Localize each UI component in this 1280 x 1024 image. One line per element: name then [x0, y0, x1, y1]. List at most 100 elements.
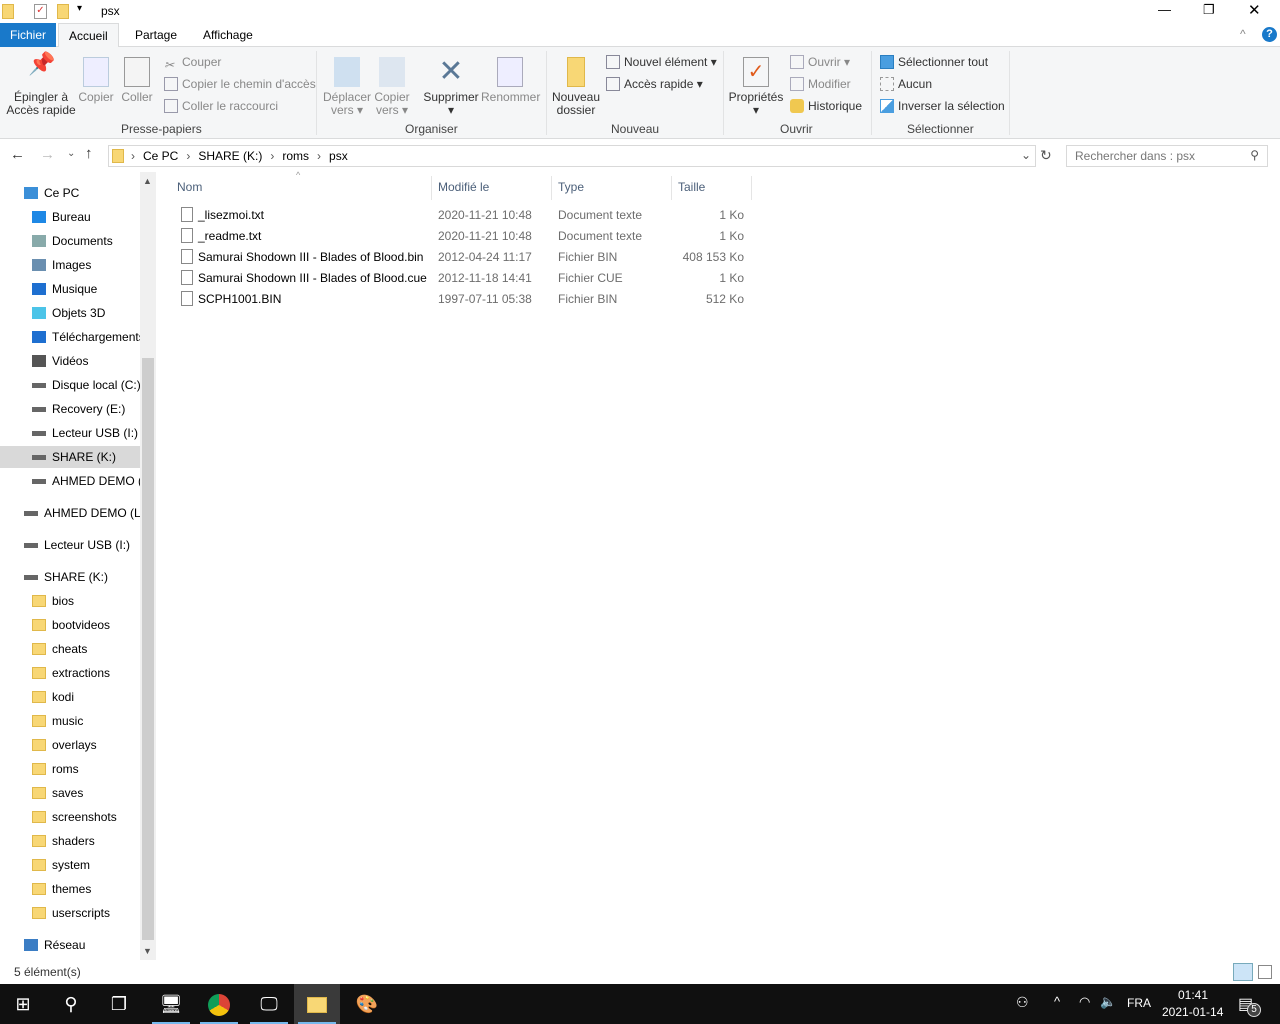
file-row[interactable]: _readme.txt 2020-11-21 10:48 Document te… — [176, 226, 751, 247]
input-language[interactable]: FRA — [1127, 996, 1151, 1010]
breadcrumb-item[interactable]: psx — [329, 149, 348, 163]
nav-item[interactable]: bootvideos — [0, 614, 140, 636]
nav-item[interactable]: Réseau — [0, 934, 140, 956]
tab-accueil[interactable]: Accueil — [58, 23, 119, 48]
nav-item[interactable]: Vidéos — [0, 350, 140, 372]
breadcrumb-item[interactable]: Ce PC — [143, 149, 178, 163]
nav-item[interactable]: Disque local (C:) — [0, 374, 140, 396]
delete-button[interactable]: ✕ Supprimer ▾ — [422, 57, 480, 117]
file-row[interactable]: SCPH1001.BIN 1997-07-11 05:38 Fichier BI… — [176, 289, 751, 310]
restore-button[interactable]: ❐ — [1203, 2, 1215, 18]
nav-item[interactable]: themes — [0, 878, 140, 900]
nav-item[interactable]: Recovery (E:) — [0, 398, 140, 420]
nav-item[interactable]: SHARE (K:) — [0, 566, 140, 588]
breadcrumb-chevron-icon[interactable]: › — [131, 149, 135, 163]
app-icon[interactable]: 🖥 — [148, 984, 194, 1024]
nav-item[interactable]: music — [0, 710, 140, 732]
minimize-button[interactable]: — — [1158, 2, 1171, 17]
breadcrumb-separator-icon[interactable]: › — [317, 149, 321, 163]
invert-selection-button[interactable]: Inverser la sélection — [880, 97, 1005, 115]
copy-button[interactable]: Copier — [78, 57, 114, 104]
select-all-button[interactable]: Sélectionner tout — [880, 53, 988, 71]
up-button[interactable]: ↑ — [85, 145, 93, 162]
address-dropdown-icon[interactable]: ⌄ — [1021, 148, 1031, 162]
column-header-name[interactable]: Nom — [171, 176, 432, 200]
properties-quick-icon[interactable]: ✓ — [34, 4, 47, 19]
tab-affichage[interactable]: Affichage — [193, 23, 263, 47]
scrollbar-thumb[interactable] — [142, 358, 154, 940]
file-explorer-icon[interactable] — [294, 984, 340, 1024]
nav-item[interactable]: roms — [0, 758, 140, 780]
details-view-button[interactable] — [1233, 963, 1253, 981]
forward-button[interactable]: → — [40, 146, 55, 163]
breadcrumb-item[interactable]: SHARE (K:) — [198, 149, 262, 163]
large-icons-view-button[interactable] — [1258, 965, 1272, 979]
paint-icon[interactable]: 🎨 — [344, 984, 390, 1024]
help-icon[interactable]: ? — [1262, 27, 1277, 42]
nav-item[interactable]: AHMED DEMO (L:) — [0, 502, 140, 524]
nav-item[interactable]: Téléchargements — [0, 326, 140, 348]
file-row[interactable]: _lisezmoi.txt 2020-11-21 10:48 Document … — [176, 205, 751, 226]
edit-button[interactable]: Modifier — [790, 75, 851, 93]
nav-item[interactable]: bios — [0, 590, 140, 612]
cut-button[interactable]: ✂ Couper — [164, 53, 221, 72]
start-button[interactable]: ⊞ — [0, 984, 46, 1024]
address-bar[interactable]: › Ce PC › SHARE (K:) › roms › psx ⌄ — [108, 145, 1036, 167]
search-taskbar-icon[interactable]: ⚲ — [48, 984, 94, 1024]
volume-icon[interactable]: 🔈 — [1100, 994, 1116, 1010]
column-header-modified[interactable]: Modifié le — [432, 176, 552, 200]
breadcrumb-separator-icon[interactable]: › — [270, 149, 274, 163]
nav-item[interactable]: cheats — [0, 638, 140, 660]
nav-item[interactable]: Musique — [0, 278, 140, 300]
nav-item[interactable]: kodi — [0, 686, 140, 708]
copy-to-button[interactable]: Copier vers ▾ — [372, 57, 412, 117]
nav-item[interactable]: Lecteur USB (I:) — [0, 422, 140, 444]
nav-item[interactable]: screenshots — [0, 806, 140, 828]
wifi-icon[interactable]: ◠ — [1079, 994, 1090, 1010]
breadcrumb-separator-icon[interactable]: › — [186, 149, 190, 163]
nav-item[interactable]: extractions — [0, 662, 140, 684]
file-row[interactable]: Samurai Shodown III - Blades of Blood.bi… — [176, 247, 751, 268]
nav-item[interactable]: Images — [0, 254, 140, 276]
easy-access-button[interactable]: Accès rapide ▾ — [606, 75, 703, 93]
tab-partage[interactable]: Partage — [125, 23, 187, 47]
nav-item[interactable]: overlays — [0, 734, 140, 756]
close-button[interactable]: ✕ — [1248, 1, 1261, 19]
nav-item[interactable]: system — [0, 854, 140, 876]
scroll-up-icon[interactable]: ▲ — [143, 176, 152, 186]
copy-path-button[interactable]: Copier le chemin d'accès — [164, 75, 316, 93]
people-icon[interactable]: ⚇ — [1016, 994, 1029, 1011]
nav-item[interactable]: Lecteur USB (I:) — [0, 534, 140, 556]
remote-desktop-icon[interactable]: 🖵 — [246, 984, 292, 1024]
column-header-type[interactable]: Type — [552, 176, 672, 200]
rename-button[interactable]: Renommer — [481, 57, 540, 104]
nav-item[interactable]: SHARE (K:) — [0, 446, 140, 468]
clock-date[interactable]: 2021-01-14 — [1162, 1005, 1223, 1019]
customize-qat-icon[interactable]: ▾ — [77, 3, 82, 14]
pin-quick-access-button[interactable]: 📌 Épingler à Accès rapide — [6, 53, 76, 117]
nav-item[interactable]: userscripts — [0, 902, 140, 924]
nav-item[interactable]: Bureau — [0, 206, 140, 228]
back-button[interactable]: ← — [10, 146, 25, 163]
new-item-button[interactable]: Nouvel élément ▾ — [606, 53, 717, 71]
nav-item[interactable]: shaders — [0, 830, 140, 852]
tab-fichier[interactable]: Fichier — [0, 23, 56, 47]
chrome-icon[interactable] — [196, 984, 242, 1024]
scroll-down-icon[interactable]: ▼ — [143, 946, 152, 956]
paste-shortcut-button[interactable]: Coller le raccourci — [164, 97, 278, 115]
nav-item[interactable]: Documents — [0, 230, 140, 252]
refresh-button[interactable]: ↻ — [1040, 147, 1052, 164]
paste-button[interactable]: Coller — [120, 57, 154, 104]
collapse-ribbon-icon[interactable]: ^ — [1240, 27, 1246, 41]
new-folder-button[interactable]: Nouveau dossier — [550, 57, 602, 117]
select-none-button[interactable]: Aucun — [880, 75, 932, 93]
nav-item[interactable]: saves — [0, 782, 140, 804]
task-view-icon[interactable]: ❐ — [96, 984, 142, 1024]
nav-item[interactable]: AHMED DEMO (L:) — [0, 470, 140, 492]
new-folder-quick-icon[interactable] — [57, 4, 69, 19]
file-row[interactable]: Samurai Shodown III - Blades of Blood.cu… — [176, 268, 751, 289]
search-input[interactable]: Rechercher dans : psx ⚲ — [1066, 145, 1268, 167]
move-to-button[interactable]: Déplacer vers ▾ — [322, 57, 372, 117]
nav-item[interactable]: Objets 3D — [0, 302, 140, 324]
breadcrumb-item[interactable]: roms — [282, 149, 309, 163]
